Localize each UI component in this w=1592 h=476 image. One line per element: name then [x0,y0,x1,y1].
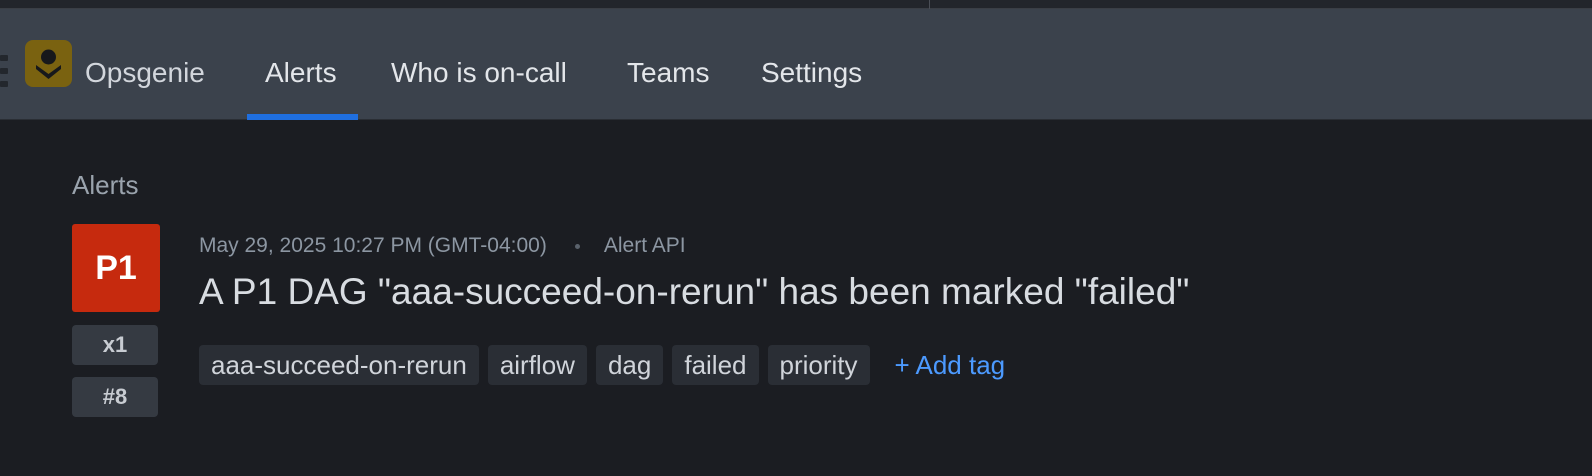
tag-chip[interactable]: priority [767,345,870,385]
top-strip-divider [929,0,930,9]
add-tag-button[interactable]: + Add tag [895,345,1006,385]
active-tab-indicator [247,114,358,120]
opsgenie-logo-icon[interactable] [25,40,72,87]
alert-count-badge: x1 [72,325,158,365]
alert-source: Alert API [603,234,686,257]
tag-chip[interactable]: failed [672,345,759,385]
tag-chip[interactable]: airflow [487,345,587,385]
brand-name[interactable]: Opsgenie [85,56,205,90]
breadcrumb[interactable]: Alerts [72,170,138,200]
alert-title[interactable]: A P1 DAG "aaa-succeed-on-rerun" has been… [199,270,1189,314]
app-switcher-grip-icon[interactable] [0,55,8,87]
priority-badge: P1 [72,224,160,312]
window-top-strip [0,0,1592,9]
nav-tab-teams[interactable]: Teams [627,56,709,90]
alert-tags: aaa-succeed-on-rerun airflow dag failed … [199,345,1005,385]
alert-meta: May 29, 2025 10:27 PM (GMT-04:00) Alert A… [199,233,686,259]
nav-tab-who-is-on-call[interactable]: Who is on-call [391,56,567,90]
nav-tab-alerts[interactable]: Alerts [265,56,337,90]
tag-chip[interactable]: dag [595,345,664,385]
meta-separator-dot [574,243,580,249]
tag-chip[interactable]: aaa-succeed-on-rerun [199,345,479,385]
top-navbar: Opsgenie Alerts Who is on-call Teams Set… [0,9,1592,120]
alert-created-at: May 29, 2025 10:27 PM (GMT-04:00) [199,234,547,257]
nav-tab-settings[interactable]: Settings [761,56,862,90]
alert-id-badge: #8 [72,377,158,417]
